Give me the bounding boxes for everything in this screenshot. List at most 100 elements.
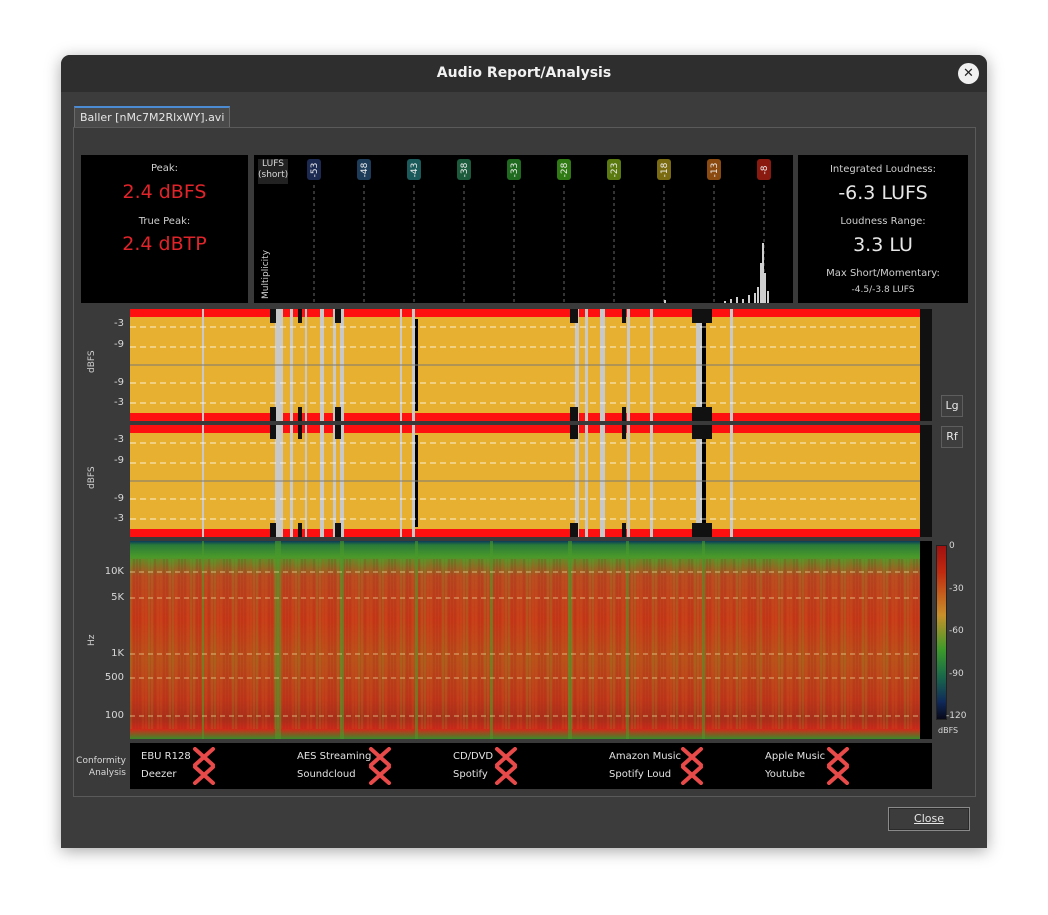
spectrogram-column bbox=[691, 559, 693, 729]
spectrogram-transient bbox=[568, 541, 572, 739]
spectrogram-column bbox=[175, 559, 177, 729]
spectrogram-column bbox=[391, 559, 393, 729]
spec-tick-500: 500 bbox=[104, 672, 124, 683]
spectrogram-column bbox=[859, 559, 861, 729]
spectrogram-column bbox=[298, 559, 300, 729]
histogram-bar bbox=[730, 299, 732, 303]
spectrogram-column bbox=[829, 559, 831, 729]
histogram-bar bbox=[764, 273, 766, 303]
spectrogram-column bbox=[646, 559, 648, 729]
spectrogram-column bbox=[538, 559, 540, 729]
spectrogram-column bbox=[325, 559, 327, 729]
spectrogram-column bbox=[487, 559, 489, 729]
spectrogram-column bbox=[592, 559, 594, 729]
spectrogram-column bbox=[418, 559, 420, 729]
spectrogram-column bbox=[622, 559, 624, 729]
spectrogram-column bbox=[712, 559, 714, 729]
loudness-box: Integrated Loudness: -6.3 LUFS Loudness … bbox=[798, 155, 968, 303]
wf2-tick-2: -9 bbox=[114, 455, 124, 466]
conformity-standard-bottom: Spotify Loud bbox=[609, 769, 672, 780]
fail-x-icon bbox=[681, 747, 703, 767]
spectrogram-column bbox=[481, 559, 483, 729]
tab-file[interactable]: Baller [nMc7M2RlxWY].avi bbox=[74, 106, 231, 128]
spectrogram-column bbox=[790, 559, 792, 729]
spectrogram-column bbox=[337, 559, 339, 729]
spectrogram-column bbox=[295, 559, 297, 729]
histogram-tick-label: -48 bbox=[360, 162, 370, 177]
spectrogram-column bbox=[445, 559, 447, 729]
window-close-icon[interactable]: ✕ bbox=[958, 63, 979, 84]
conformity-standard-top: AES Streaming bbox=[297, 751, 372, 762]
spectrogram-column bbox=[508, 559, 510, 729]
scale-tick-30: -30 bbox=[949, 584, 964, 594]
spectrogram-column bbox=[397, 559, 399, 729]
spectrogram-column bbox=[772, 559, 774, 729]
spectrogram-column bbox=[907, 559, 909, 729]
spectrogram-column bbox=[583, 559, 585, 729]
spectrogram-column bbox=[223, 559, 225, 729]
spectrogram-column bbox=[553, 559, 555, 729]
histogram-bar bbox=[767, 291, 769, 303]
scale-tick-0: 0 bbox=[949, 541, 955, 551]
spectrogram-column bbox=[454, 559, 456, 729]
spectrogram-column bbox=[727, 559, 729, 729]
close-button[interactable]: Close bbox=[888, 807, 970, 831]
spectrogram-column bbox=[400, 559, 402, 729]
close-button-label: Close bbox=[914, 812, 944, 825]
wf1-tick-1: -3 bbox=[114, 318, 124, 329]
spectrogram-column bbox=[475, 559, 477, 729]
color-scale-bar bbox=[936, 545, 947, 720]
fail-x-icon bbox=[369, 747, 391, 767]
spectrogram-column bbox=[256, 559, 258, 729]
histogram-bar bbox=[762, 243, 764, 303]
spectrogram-column bbox=[640, 559, 642, 729]
spectrogram-column bbox=[709, 559, 711, 729]
spectrogram-column bbox=[784, 559, 786, 729]
spectrogram-column bbox=[805, 559, 807, 729]
spectrogram-column bbox=[346, 559, 348, 729]
spectrogram-column bbox=[193, 559, 195, 729]
histogram-plot: -53 -48 -43 -38 -33 -28 -23 -18 -13 -8 bbox=[307, 159, 771, 303]
conformity-panel: EBU R128 Deezer AES Streaming Soundcloud CD/… bbox=[130, 743, 932, 789]
spectrogram-column bbox=[841, 559, 843, 729]
spectrogram-column bbox=[904, 559, 906, 729]
spectrogram-column bbox=[163, 559, 165, 729]
fail-x-icon bbox=[193, 765, 215, 785]
spectrogram-column bbox=[289, 559, 291, 729]
spectrogram-column bbox=[367, 559, 369, 729]
wf2-tick-4: -3 bbox=[114, 513, 124, 524]
spectrogram-column bbox=[850, 559, 852, 729]
histogram-tick-label: -18 bbox=[660, 162, 670, 177]
waveform-dip bbox=[692, 407, 712, 421]
spectrogram-column bbox=[901, 559, 903, 729]
spectrogram-column bbox=[556, 559, 558, 729]
spectrogram-column bbox=[376, 559, 378, 729]
spectrogram-column bbox=[331, 559, 333, 729]
spectrogram-column bbox=[502, 559, 504, 729]
histogram-tick-label: -28 bbox=[560, 162, 570, 177]
spectrogram-column bbox=[148, 559, 150, 729]
fail-x-icon bbox=[827, 765, 849, 785]
waveform-dip bbox=[570, 523, 578, 537]
wf1-tick-4: -3 bbox=[114, 397, 124, 408]
fail-x-icon bbox=[369, 765, 391, 785]
log-scale-button[interactable]: Lg bbox=[941, 395, 963, 417]
spectrogram-column bbox=[643, 559, 645, 729]
spectrogram-column bbox=[775, 559, 777, 729]
histogram-bar bbox=[736, 297, 738, 303]
spectrogram-column bbox=[889, 559, 891, 729]
spectrogram-transient bbox=[490, 541, 493, 739]
spectrogram-column bbox=[718, 559, 720, 729]
histogram-tick-label: -43 bbox=[410, 163, 420, 178]
spectrogram-column bbox=[232, 559, 234, 729]
spectrogram-column bbox=[544, 559, 546, 729]
spectrogram-column bbox=[817, 559, 819, 729]
reference-button[interactable]: Rf bbox=[941, 426, 963, 448]
spectrogram-column bbox=[169, 559, 171, 729]
waveform-1-axis-label: dBFS bbox=[87, 350, 97, 373]
spectrogram-column bbox=[835, 559, 837, 729]
spec-tick-100: 100 bbox=[104, 710, 124, 721]
spectrogram-column bbox=[844, 559, 846, 729]
waveform-dip bbox=[570, 309, 578, 323]
spectrogram-transient bbox=[415, 541, 418, 739]
